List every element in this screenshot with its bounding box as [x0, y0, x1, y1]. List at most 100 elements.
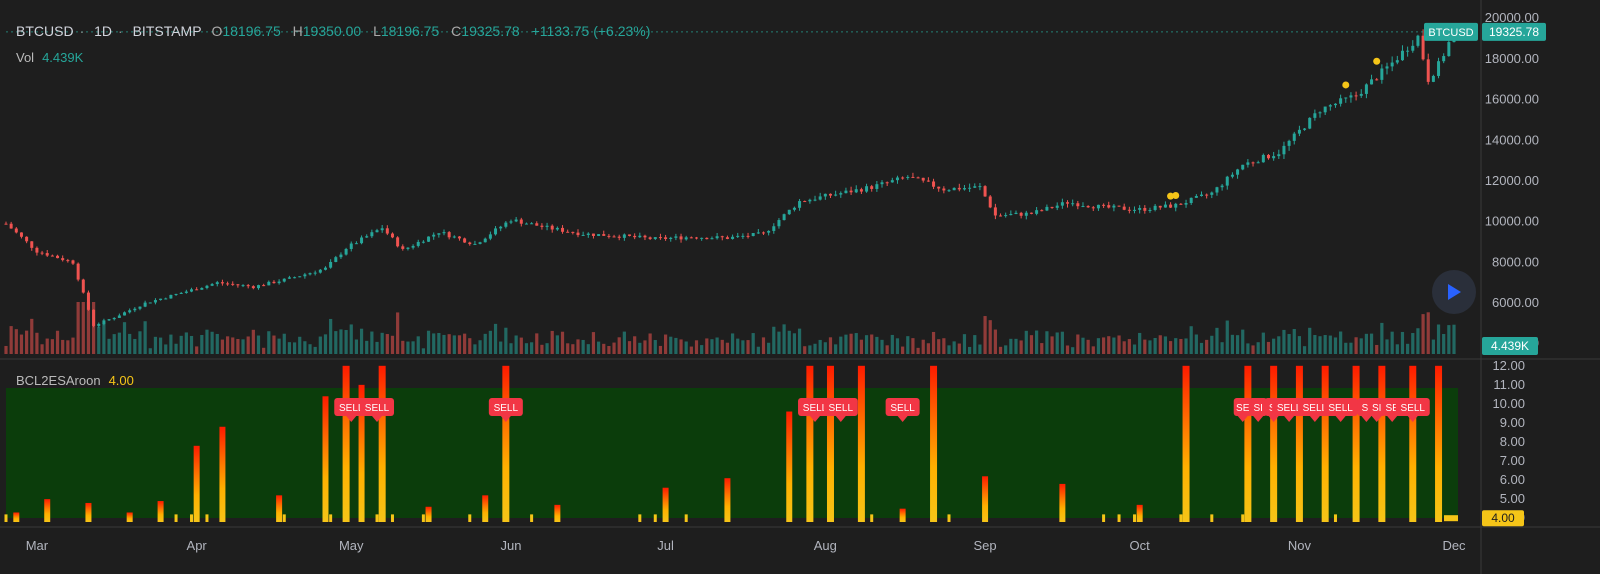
volume-bar	[246, 336, 250, 354]
volume-bar	[76, 302, 80, 354]
indicator-spike-bar	[826, 365, 834, 522]
indicator-spike-bar	[425, 506, 432, 522]
volume-bar	[1406, 343, 1410, 354]
candle-body	[385, 228, 389, 234]
candle-body	[231, 283, 235, 285]
candle-body	[416, 241, 420, 246]
indicator-base-bar	[1241, 514, 1245, 522]
volume-bar	[911, 338, 915, 354]
candle-body	[875, 184, 879, 189]
volume-bar	[550, 330, 554, 354]
candle-body	[571, 231, 575, 233]
price-axis-tick: 12000.00	[1485, 173, 1539, 188]
volume-bar	[256, 335, 261, 354]
candle-body	[597, 234, 601, 236]
volume-bar	[442, 334, 446, 354]
volume-bar	[318, 336, 322, 354]
volume-value: 4.439K	[42, 50, 84, 65]
volume-bar	[834, 344, 838, 354]
interval-label[interactable]: 1D	[94, 23, 112, 39]
volume-bar	[102, 323, 106, 354]
indicator-axis-tick: 8.00	[1500, 434, 1525, 449]
candle-body	[514, 219, 518, 222]
candle-body	[298, 276, 302, 278]
exchange-label: BITSTAMP	[132, 23, 202, 39]
volume-bar	[195, 346, 199, 354]
indicator-spike-bar	[1244, 365, 1252, 522]
volume-label: Vol	[16, 50, 35, 65]
candle-body	[628, 234, 632, 236]
volume-bar	[792, 333, 797, 354]
candle-body	[45, 253, 49, 256]
volume-bar	[849, 333, 853, 354]
indicator-spike-bar	[502, 365, 510, 522]
indicator-spike-bar	[276, 495, 283, 522]
volume-bar	[1019, 340, 1023, 354]
indicator-spike-bar	[126, 512, 133, 522]
chart-canvas[interactable]: 4000.006000.008000.0010000.0012000.00140…	[0, 0, 1600, 574]
sell-label-text: SELL	[1328, 403, 1353, 414]
volume-bar	[1045, 331, 1049, 354]
candle-body	[19, 232, 23, 237]
candle-body	[808, 199, 812, 202]
volume-bar	[1101, 337, 1106, 354]
time-axis-tick: Jul	[657, 538, 674, 553]
candle-body	[1133, 209, 1137, 211]
candle-body	[1225, 176, 1229, 186]
indicator-label[interactable]: BCL2ESAroon	[16, 373, 101, 388]
volume-bar	[1112, 337, 1116, 354]
volume-bar	[14, 329, 18, 354]
last-price-tag: BTCUSD 19325.78	[1424, 22, 1546, 41]
candle-body	[1385, 66, 1389, 69]
volume-bar	[1395, 344, 1399, 354]
volume-bar	[158, 337, 163, 354]
play-button[interactable]	[1432, 270, 1476, 314]
volume-bar	[215, 333, 219, 354]
volume-bar	[560, 331, 565, 354]
indicator-base-bar	[638, 514, 642, 522]
volume-bar	[272, 335, 276, 354]
volume-bar	[30, 318, 34, 354]
candle-body	[195, 289, 199, 291]
volume-bar	[262, 347, 266, 354]
volume-bar	[658, 345, 663, 354]
indicator-base-bar	[329, 514, 333, 522]
volume-bar	[396, 312, 400, 354]
volume-bar	[844, 334, 848, 354]
candle-body	[916, 177, 920, 179]
candle-body	[1359, 93, 1363, 96]
candle-body	[1055, 205, 1059, 208]
volume-bar	[1009, 338, 1013, 354]
volume-bar	[1436, 324, 1441, 354]
volume-bar	[602, 343, 606, 354]
candle-body	[643, 235, 647, 238]
candle-body	[1205, 194, 1209, 196]
candle-body	[117, 315, 121, 318]
volume-bar	[97, 326, 101, 354]
candle-body	[1143, 207, 1147, 211]
volume-bar	[669, 336, 673, 354]
candle-body	[720, 236, 724, 238]
candle-body	[1184, 203, 1188, 205]
volume-bar	[1081, 337, 1085, 354]
volume-bar	[1225, 320, 1229, 354]
candle-body	[494, 228, 498, 235]
volume-bar	[741, 340, 745, 354]
indicator-last-bar	[1444, 515, 1458, 522]
candle-body	[581, 234, 585, 236]
signal-dot	[1342, 81, 1350, 89]
indicator-spike-bar	[1435, 365, 1443, 522]
candle-body	[1354, 95, 1358, 97]
volume-bar	[483, 333, 487, 354]
symbol-name[interactable]: BTCUSD	[16, 23, 74, 39]
candle-body	[741, 235, 745, 237]
candle-body	[736, 235, 740, 237]
volume-bar	[148, 348, 152, 354]
volume-bar	[596, 341, 601, 354]
candle-body	[1035, 210, 1039, 214]
indicator-base-bar	[1102, 514, 1106, 522]
volume-bar	[1205, 339, 1209, 354]
volume-bar	[617, 337, 621, 354]
volume-bar	[854, 333, 858, 354]
volume-bar	[1060, 331, 1064, 354]
